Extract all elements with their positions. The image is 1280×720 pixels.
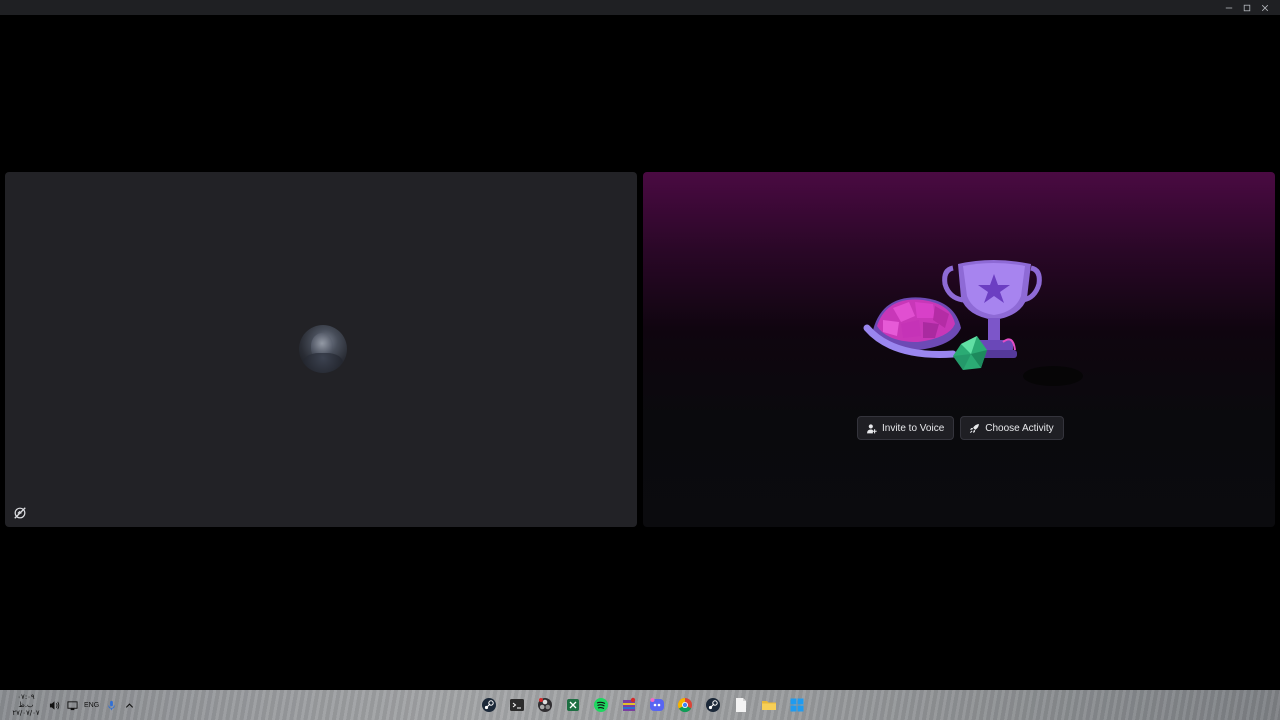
rocket-icon	[970, 423, 980, 433]
start-button-icon[interactable]	[786, 694, 808, 716]
clock-time: ۰۷:۰۹ ب.ظ	[17, 693, 35, 709]
maximize-button[interactable]	[1240, 0, 1254, 15]
maximize-icon	[1243, 4, 1251, 11]
obs-app-icon[interactable]	[534, 694, 556, 716]
taskbar-apps	[478, 693, 808, 717]
close-button[interactable]	[1258, 0, 1272, 15]
taskbar-clock[interactable]: ۰۷:۰۹ ب.ظ ۲۷/۰۷/۰۷	[10, 693, 42, 717]
activities-trophy-illustration	[863, 260, 1083, 386]
steam-app-icon[interactable]	[478, 694, 500, 716]
user-avatar[interactable]	[299, 325, 347, 373]
window-title-bar[interactable]	[0, 0, 1280, 15]
choose-activity-button[interactable]: Choose Activity	[960, 416, 1064, 440]
activity-buttons: Invite to Voice Choose Activity	[857, 416, 1064, 440]
choose-activity-label: Choose Activity	[985, 422, 1054, 434]
chrome-app-icon[interactable]	[674, 694, 696, 716]
language-indicator[interactable]: ENG	[84, 702, 99, 709]
minimize-icon	[1225, 7, 1233, 8]
add-user-icon	[867, 423, 877, 433]
chevron-up-icon[interactable]	[123, 699, 135, 711]
invite-to-voice-label: Invite to Voice	[882, 422, 945, 434]
excel-app-icon[interactable]	[562, 694, 584, 716]
notepad-app-icon[interactable]	[730, 694, 752, 716]
microphone-icon[interactable]	[105, 699, 117, 711]
terminal-app-icon[interactable]	[506, 694, 528, 716]
steam-2-app-icon[interactable]	[702, 694, 724, 716]
invite-to-voice-button[interactable]: Invite to Voice	[857, 416, 955, 440]
clock-date: ۲۷/۰۷/۰۷	[12, 709, 40, 717]
network-icon[interactable]	[66, 699, 78, 711]
volume-icon[interactable]	[48, 699, 60, 711]
participant-tile[interactable]	[5, 172, 637, 527]
discord-app-icon[interactable]	[646, 694, 668, 716]
windows-taskbar: ۰۷:۰۹ ب.ظ ۲۷/۰۷/۰۷ ENG	[0, 690, 1280, 720]
screen-share-off-icon[interactable]	[13, 506, 27, 520]
system-tray: ۰۷:۰۹ ب.ظ ۲۷/۰۷/۰۷ ENG	[10, 690, 135, 720]
activity-tile: Invite to Voice Choose Activity	[643, 172, 1275, 527]
winrar-app-icon[interactable]	[618, 694, 640, 716]
close-icon	[1261, 4, 1269, 11]
minimize-button[interactable]	[1222, 0, 1236, 15]
window-controls	[1222, 0, 1272, 15]
spotify-app-icon[interactable]	[590, 694, 612, 716]
file-explorer-app-icon[interactable]	[758, 694, 780, 716]
